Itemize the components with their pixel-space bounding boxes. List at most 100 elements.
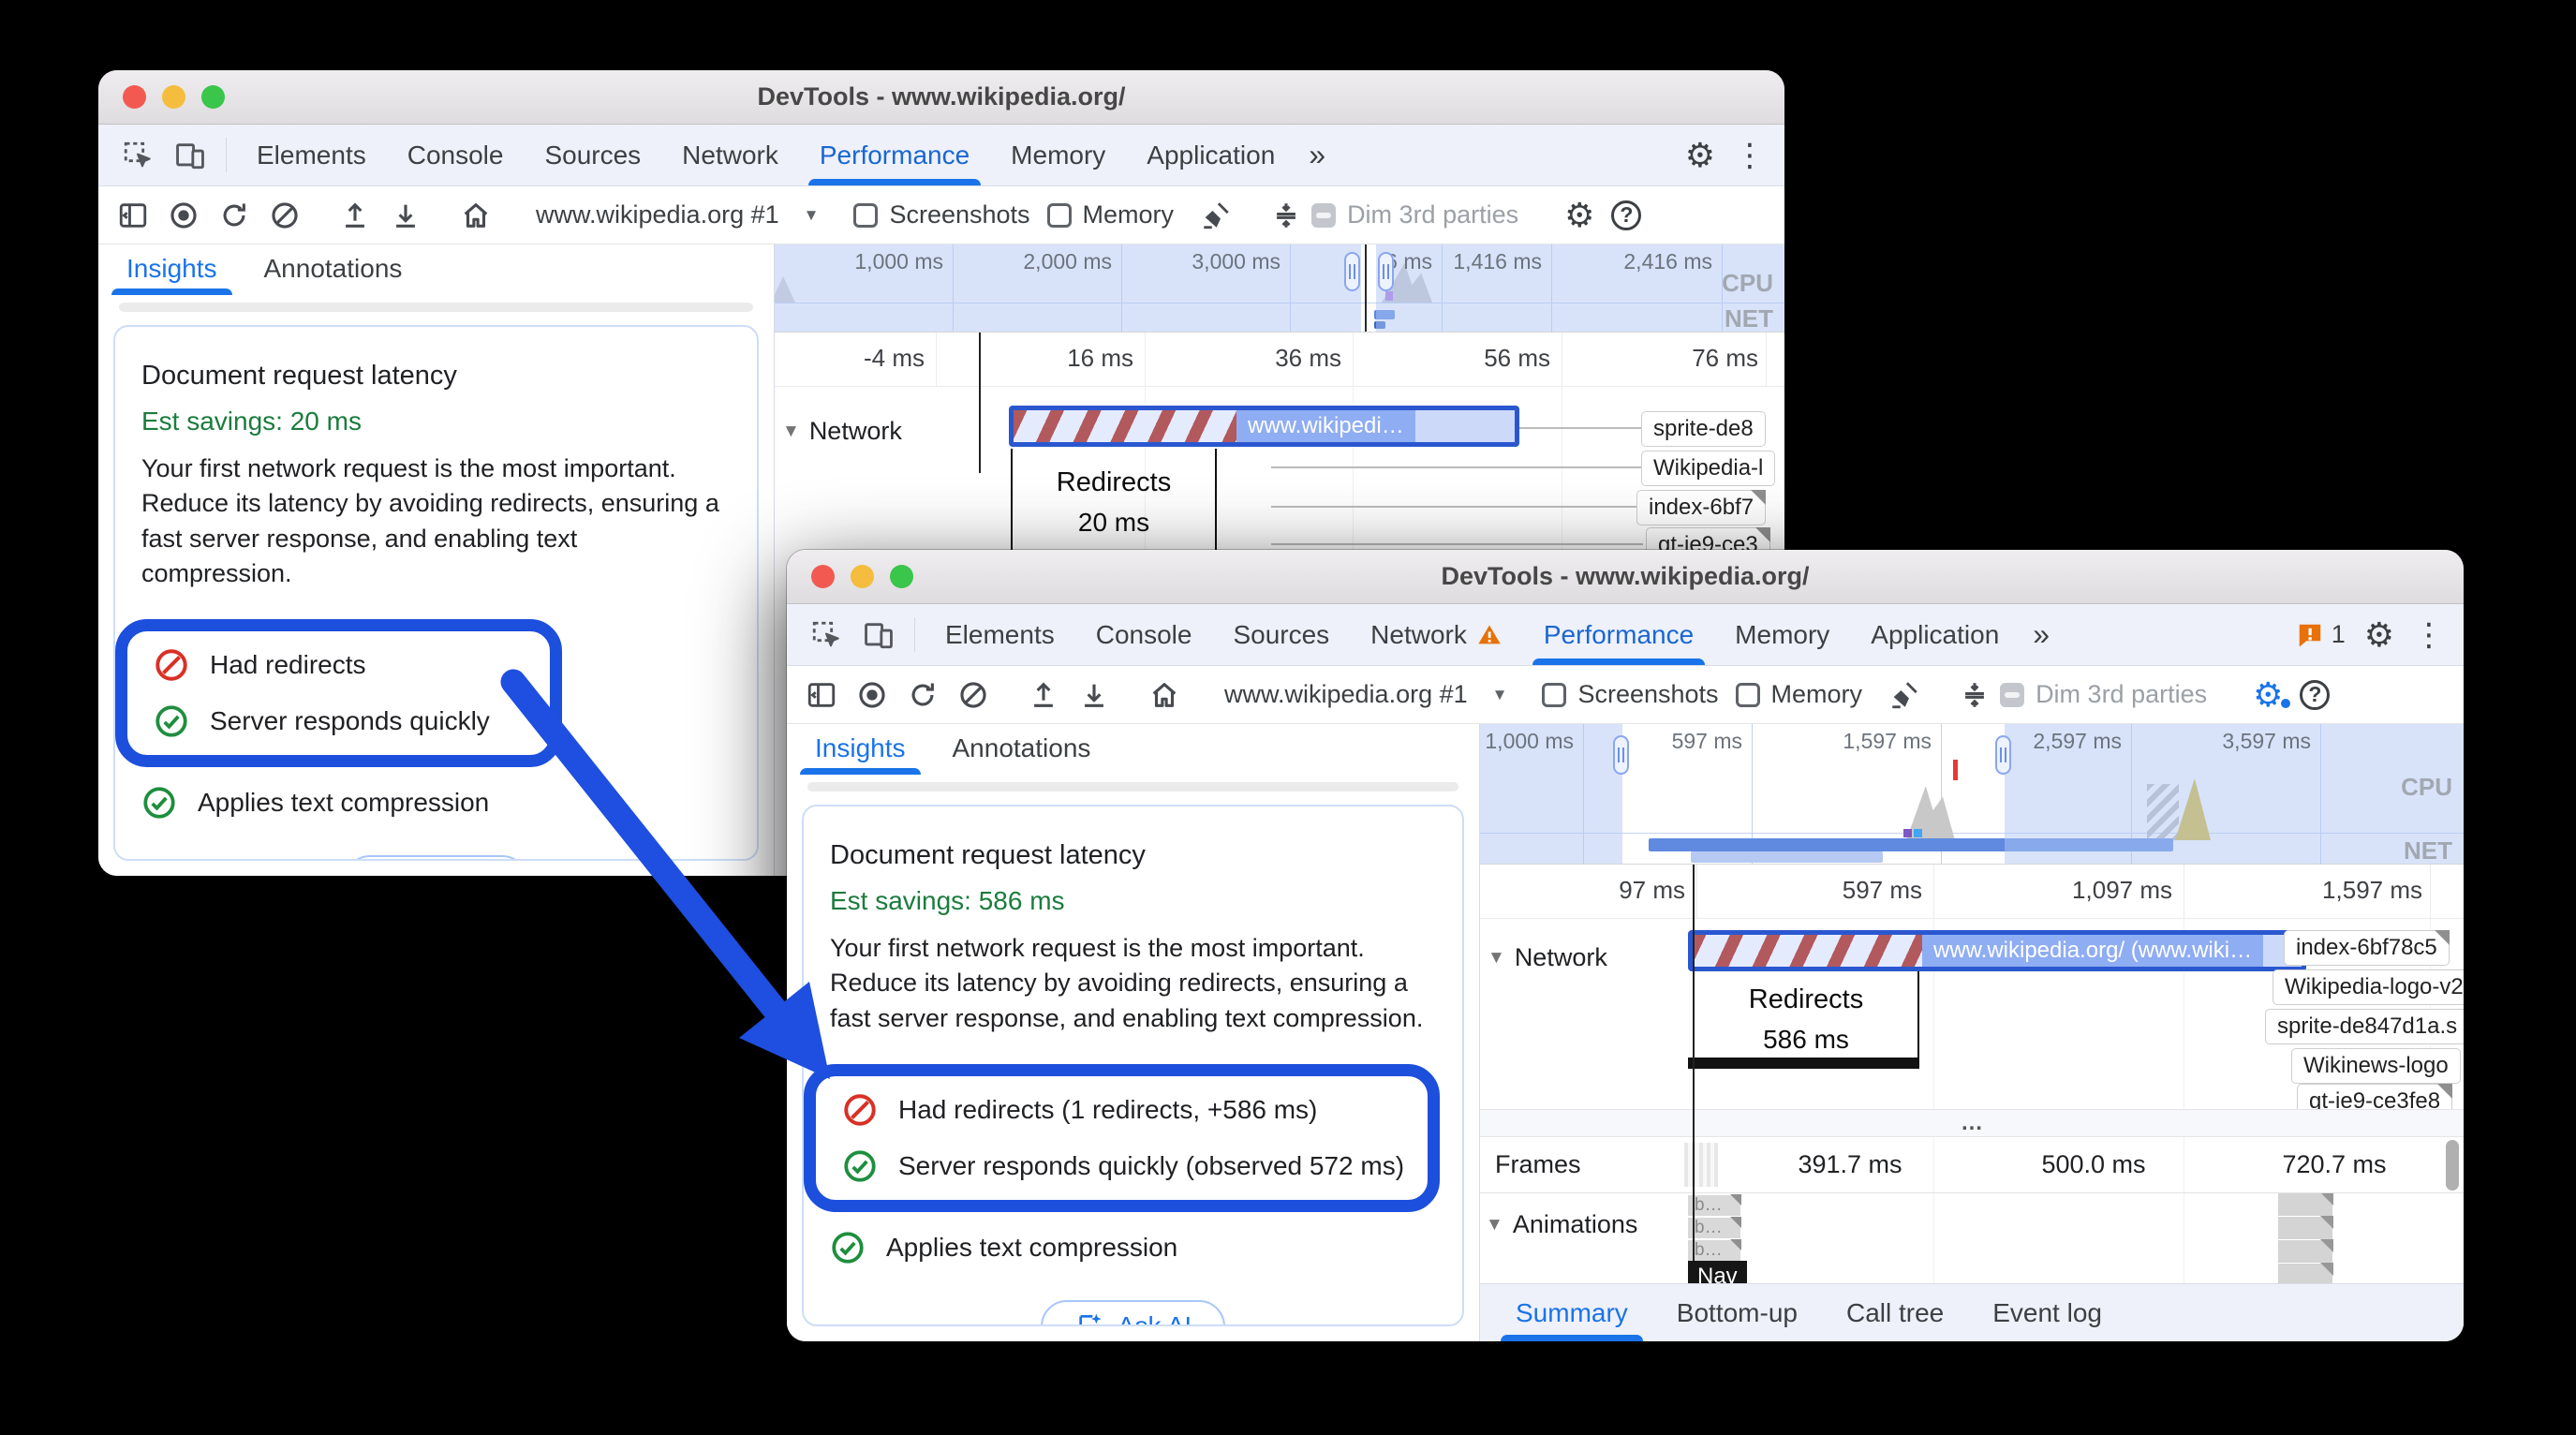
network-track-area[interactable]: ▼ Network www.wikipedia.org/ (www.wiki… …: [1480, 919, 2464, 1109]
collapse-tracks-icon[interactable]: [1949, 670, 2000, 720]
zoom-button[interactable]: [201, 85, 225, 109]
animation-chip[interactable]: [2278, 1193, 2332, 1216]
request-chip[interactable]: index-6bf78c5: [2284, 930, 2450, 966]
request-chip[interactable]: Wikipedia-logo-v2: [2273, 969, 2464, 1005]
memory-toggle[interactable]: Memory: [1736, 680, 1880, 709]
animation-chip[interactable]: b…: [1688, 1218, 1740, 1238]
request-chip[interactable]: index-6bf7: [1636, 490, 1766, 525]
settings-gear-icon[interactable]: ⚙: [1685, 139, 1715, 172]
selection-handle-right[interactable]: [1995, 735, 2011, 775]
issues-counter[interactable]: 1: [2296, 620, 2346, 649]
request-chip[interactable]: Wikipedia-l: [1641, 451, 1775, 486]
download-profile-icon[interactable]: [380, 190, 431, 241]
request-chip[interactable]: gt-ie9-ce3fe8: [2297, 1084, 2452, 1109]
capture-settings-gear-icon[interactable]: ⚙: [1555, 199, 1604, 232]
clear-icon[interactable]: [259, 190, 310, 241]
frames-track[interactable]: Frames 391.7 ms 500.0 ms 720.7 ms: [1480, 1137, 2464, 1193]
more-tabs-button[interactable]: »: [1295, 125, 1339, 185]
history-dropdown[interactable]: www.wikipedia.org #1 ▼: [521, 200, 834, 229]
more-tabs-button[interactable]: »: [2020, 604, 2063, 665]
garbage-collect-broom-icon[interactable]: [1191, 190, 1241, 241]
animation-chip[interactable]: b…: [1688, 1195, 1740, 1216]
selection-handle-left[interactable]: [1344, 252, 1360, 291]
insight-card-document-request-latency[interactable]: Document request latency Est savings: 20…: [113, 325, 759, 861]
inspect-icon[interactable]: [111, 125, 164, 185]
selection-handle-right[interactable]: [1378, 252, 1394, 291]
device-toolbar-icon[interactable]: [164, 125, 216, 185]
tab-insights[interactable]: Insights: [125, 248, 219, 295]
animations-track-label[interactable]: ▼ Animations: [1486, 1210, 1637, 1239]
settings-gear-icon[interactable]: ⚙: [2364, 618, 2394, 652]
dim-3rd-parties-checkbox[interactable]: [2000, 683, 2024, 707]
tab-network[interactable]: Network: [661, 125, 799, 185]
timeline-overview[interactable]: 1,000 ms 597 ms 1,597 ms 2,597 ms 3,597 …: [1480, 724, 2464, 865]
animation-chip[interactable]: [2278, 1264, 2332, 1283]
screenshots-checkbox[interactable]: [1542, 683, 1566, 707]
screenshots-toggle[interactable]: Screenshots: [1542, 680, 1735, 709]
help-icon[interactable]: ?: [2300, 680, 2330, 710]
horizontal-scrollbar[interactable]: [119, 303, 753, 312]
animations-track[interactable]: ▼ Animations b… b… b… Nav: [1480, 1193, 2464, 1283]
tab-console[interactable]: Console: [387, 125, 525, 185]
titlebar[interactable]: DevTools - www.wikipedia.org/: [787, 550, 2464, 604]
tab-sources[interactable]: Sources: [1212, 604, 1350, 665]
tab-memory[interactable]: Memory: [1714, 604, 1850, 665]
tab-event-log[interactable]: Event log: [1968, 1284, 2126, 1341]
tab-application[interactable]: Application: [1850, 604, 2020, 665]
capture-settings-gear-icon-active[interactable]: ⚙: [2243, 678, 2292, 712]
animation-chip[interactable]: [2278, 1240, 2332, 1263]
selected-network-request-bar[interactable]: www.wikipedi…: [1009, 406, 1519, 447]
horizontal-scrollbar[interactable]: [807, 782, 1458, 791]
tab-console[interactable]: Console: [1075, 604, 1213, 665]
close-button[interactable]: [811, 565, 835, 588]
device-toolbar-icon[interactable]: [852, 604, 905, 665]
tab-annotations[interactable]: Annotations: [262, 248, 405, 295]
selected-network-request-bar[interactable]: www.wikipedia.org/ (www.wiki…: [1688, 930, 2306, 971]
selection-handle-left[interactable]: [1613, 735, 1629, 775]
timeline-overview[interactable]: 1,000 ms 2,000 ms 3,000 ms 6 ms 1,416 ms…: [775, 244, 1784, 333]
tab-network[interactable]: Network: [1350, 604, 1523, 665]
help-icon[interactable]: ?: [1611, 200, 1641, 230]
toggle-sidebar-icon[interactable]: [108, 190, 158, 241]
home-icon[interactable]: [1139, 670, 1190, 720]
vertical-scrollbar-thumb[interactable]: [2446, 1140, 2459, 1191]
memory-checkbox[interactable]: [1736, 683, 1760, 707]
request-chip[interactable]: sprite-de8: [1641, 411, 1766, 447]
dim-3rd-parties-toggle[interactable]: Dim 3rd parties: [2000, 680, 2224, 709]
request-chip[interactable]: Wikinews-logo: [2291, 1048, 2461, 1084]
close-button[interactable]: [123, 85, 146, 109]
record-icon[interactable]: [847, 670, 897, 720]
garbage-collect-broom-icon[interactable]: [1879, 670, 1930, 720]
network-track-label[interactable]: ▼ Network: [782, 417, 902, 446]
tab-insights[interactable]: Insights: [813, 728, 908, 775]
tab-annotations[interactable]: Annotations: [951, 728, 1093, 775]
tab-memory[interactable]: Memory: [990, 125, 1126, 185]
memory-toggle[interactable]: Memory: [1047, 200, 1192, 229]
tab-application[interactable]: Application: [1126, 125, 1295, 185]
inspect-icon[interactable]: [800, 604, 852, 665]
titlebar[interactable]: DevTools - www.wikipedia.org/: [98, 70, 1784, 125]
tab-performance[interactable]: Performance: [1523, 604, 1714, 665]
clear-icon[interactable]: [948, 670, 999, 720]
ask-ai-button[interactable]: Ask AI: [344, 855, 528, 861]
reload-record-icon[interactable]: [209, 190, 259, 241]
collapse-tracks-icon[interactable]: [1261, 190, 1311, 241]
memory-checkbox[interactable]: [1047, 203, 1072, 228]
tab-elements[interactable]: Elements: [925, 604, 1075, 665]
upload-profile-icon[interactable]: [1018, 670, 1069, 720]
toggle-sidebar-icon[interactable]: [796, 670, 847, 720]
record-icon[interactable]: [158, 190, 209, 241]
download-profile-icon[interactable]: [1069, 670, 1119, 720]
minimize-button[interactable]: [162, 85, 185, 109]
tab-sources[interactable]: Sources: [524, 125, 661, 185]
kebab-menu-icon[interactable]: ⋮: [2413, 619, 2445, 651]
tab-bottom-up[interactable]: Bottom-up: [1652, 1284, 1822, 1341]
ask-ai-button[interactable]: Ask AI: [1041, 1300, 1225, 1326]
collapsed-tracks-ellipsis[interactable]: …: [1480, 1109, 2464, 1137]
screenshots-toggle[interactable]: Screenshots: [853, 200, 1046, 229]
dim-3rd-parties-toggle[interactable]: Dim 3rd parties: [1311, 200, 1535, 229]
upload-profile-icon[interactable]: [330, 190, 380, 241]
request-chip[interactable]: sprite-de847d1a.s: [2265, 1009, 2464, 1044]
network-track-label[interactable]: ▼ Network: [1488, 943, 1607, 972]
home-icon[interactable]: [451, 190, 501, 241]
